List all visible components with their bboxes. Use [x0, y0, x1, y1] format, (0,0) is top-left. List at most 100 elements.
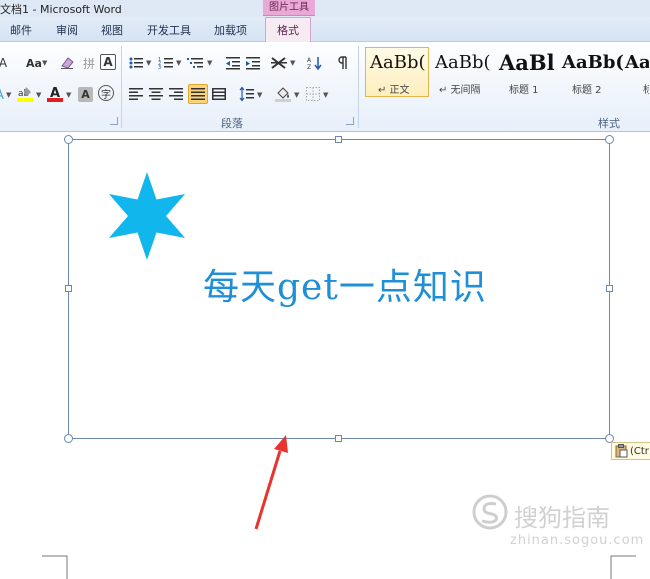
borders-caret-icon: ▼ — [323, 91, 329, 99]
style-no-spacing[interactable]: AaBb( ↵ 无间隔 — [430, 47, 492, 97]
increase-indent-icon — [246, 57, 260, 70]
paragraph-group-label: 段落 — [221, 117, 243, 130]
pilcrow-icon — [338, 56, 347, 69]
multilevel-caret-icon: ▼ — [207, 59, 213, 67]
borders-button[interactable] — [304, 85, 322, 103]
canvas-text[interactable]: 每天get一点知识 — [203, 258, 487, 310]
chinese-layout-caret-icon: ▼ — [290, 59, 296, 67]
multilevel-list-icon — [187, 58, 203, 68]
align-right-button[interactable] — [167, 85, 185, 103]
red-arrow-annotation — [254, 435, 288, 530]
line-spacing-icon — [239, 86, 254, 102]
crop-mark-right — [610, 555, 636, 579]
style-normal[interactable]: AaBb( ↵ 正文 — [365, 47, 429, 97]
style-title[interactable]: Aal 标 — [620, 47, 650, 97]
resize-handle-bottom-left[interactable] — [64, 434, 73, 443]
eraser-icon — [61, 57, 74, 69]
resize-handle-bottom[interactable] — [335, 435, 342, 442]
distributed-button[interactable] — [210, 85, 228, 103]
tab-developer[interactable]: 开发工具 — [147, 22, 191, 38]
ribbon-tab-row: 邮件 审阅 视图 开发工具 加载项 格式 — [0, 17, 650, 43]
resize-handle-left[interactable] — [65, 285, 72, 292]
font-color-caret-icon: ▼ — [66, 91, 72, 99]
shading-button[interactable] — [274, 85, 292, 103]
watermark-name: 搜狗指南 — [514, 504, 610, 532]
numbering-caret-icon: ▼ — [176, 59, 182, 67]
highlight-caret-icon: ▼ — [36, 91, 42, 99]
picture-tools-context-group: 图片工具 — [263, 0, 315, 16]
borders-icon — [306, 87, 320, 101]
tab-review[interactable]: 审阅 — [56, 22, 78, 38]
sort-button[interactable]: AZ — [306, 54, 324, 72]
show-formatting-marks-button[interactable] — [334, 54, 352, 72]
line-spacing-button[interactable] — [238, 85, 256, 103]
title-bar: 文档1 - Microsoft Word 图片工具 — [0, 0, 650, 17]
highlight-button[interactable]: ab — [16, 85, 34, 103]
align-center-icon — [149, 88, 163, 100]
bullets-caret-icon: ▼ — [146, 59, 152, 67]
font-color-button[interactable]: A — [46, 85, 64, 103]
group-separator — [358, 46, 359, 128]
drawing-canvas[interactable]: 每天get一点知识 — [68, 139, 610, 439]
paste-options-button[interactable]: (Ctr — [611, 442, 650, 460]
decrease-indent-button[interactable] — [224, 54, 242, 72]
group-separator — [121, 46, 122, 128]
arrow-shaft — [254, 450, 282, 530]
style-heading-1[interactable]: AaBl 标题 1 — [494, 47, 556, 97]
distributed-icon — [212, 88, 226, 100]
justify-button[interactable] — [188, 84, 208, 104]
star-fill — [108, 172, 186, 260]
watermark: 搜狗指南 zhinan.sogou.com — [470, 494, 645, 548]
grow-font-button[interactable]: A — [0, 54, 12, 72]
phonetic-guide-button[interactable]: 拼 — [80, 54, 98, 72]
resize-handle-right[interactable] — [606, 285, 613, 292]
align-left-icon — [129, 88, 143, 100]
change-case-caret-icon: ▼ — [42, 59, 48, 67]
sogou-logo-icon — [472, 494, 508, 530]
svg-text:A: A — [0, 88, 4, 102]
svg-text:3: 3 — [158, 65, 161, 71]
clipboard-icon — [615, 444, 628, 458]
sort-icon: AZ — [307, 57, 322, 71]
resize-handle-top-right[interactable] — [605, 135, 614, 144]
tab-view[interactable]: 视图 — [101, 22, 123, 38]
font-dialog-launcher[interactable] — [110, 117, 118, 125]
chinese-layout-button[interactable] — [270, 54, 288, 72]
styles-group-label: 样式 — [598, 117, 620, 130]
highlighter-icon: ab — [17, 87, 33, 102]
tab-format[interactable]: 格式 — [265, 17, 311, 43]
align-center-button[interactable] — [147, 85, 165, 103]
watermark-url: zhinan.sogou.com — [510, 533, 645, 548]
align-right-icon — [169, 88, 183, 100]
clear-formatting-button[interactable] — [58, 54, 76, 72]
decrease-indent-icon — [226, 57, 240, 70]
numbering-icon: 123 — [158, 57, 173, 71]
character-border-button[interactable]: A — [100, 54, 116, 70]
increase-indent-button[interactable] — [244, 54, 262, 72]
numbering-button[interactable]: 123 — [157, 54, 175, 72]
chinese-layout-icon — [271, 57, 287, 69]
character-shading-button[interactable]: A — [78, 87, 93, 102]
crop-mark-left — [42, 555, 68, 579]
align-left-button[interactable] — [127, 85, 145, 103]
star-shape[interactable] — [99, 170, 209, 270]
svg-text:A: A — [307, 57, 312, 64]
line-spacing-caret-icon: ▼ — [257, 91, 263, 99]
arrow-head — [274, 435, 288, 453]
tab-mailings[interactable]: 邮件 — [10, 22, 32, 38]
text-effects-caret-icon: ▼ — [6, 91, 12, 99]
document-area[interactable]: 每天get一点知识 (Ctr 搜狗指南 zhinan.sogou.com — [0, 133, 650, 579]
style-heading-2[interactable]: AaBb( 标题 2 — [557, 47, 624, 97]
svg-text:Z: Z — [307, 64, 311, 71]
multilevel-list-button[interactable] — [187, 54, 205, 72]
window-title: 文档1 - Microsoft Word — [0, 3, 122, 16]
font-color-icon: A — [47, 86, 63, 102]
paragraph-dialog-launcher[interactable] — [346, 117, 354, 125]
enclose-characters-button[interactable]: 字 — [98, 85, 114, 101]
ribbon: A Aa ▼ 拼 A A ▼ ab ▼ A ▼ A 字 ▼ 123 ▼ — [0, 42, 650, 132]
tab-add-ins[interactable]: 加载项 — [214, 22, 247, 38]
bullets-icon — [129, 57, 143, 69]
resize-handle-top-left[interactable] — [64, 135, 73, 144]
bullets-button[interactable] — [127, 54, 145, 72]
resize-handle-top[interactable] — [335, 136, 342, 143]
